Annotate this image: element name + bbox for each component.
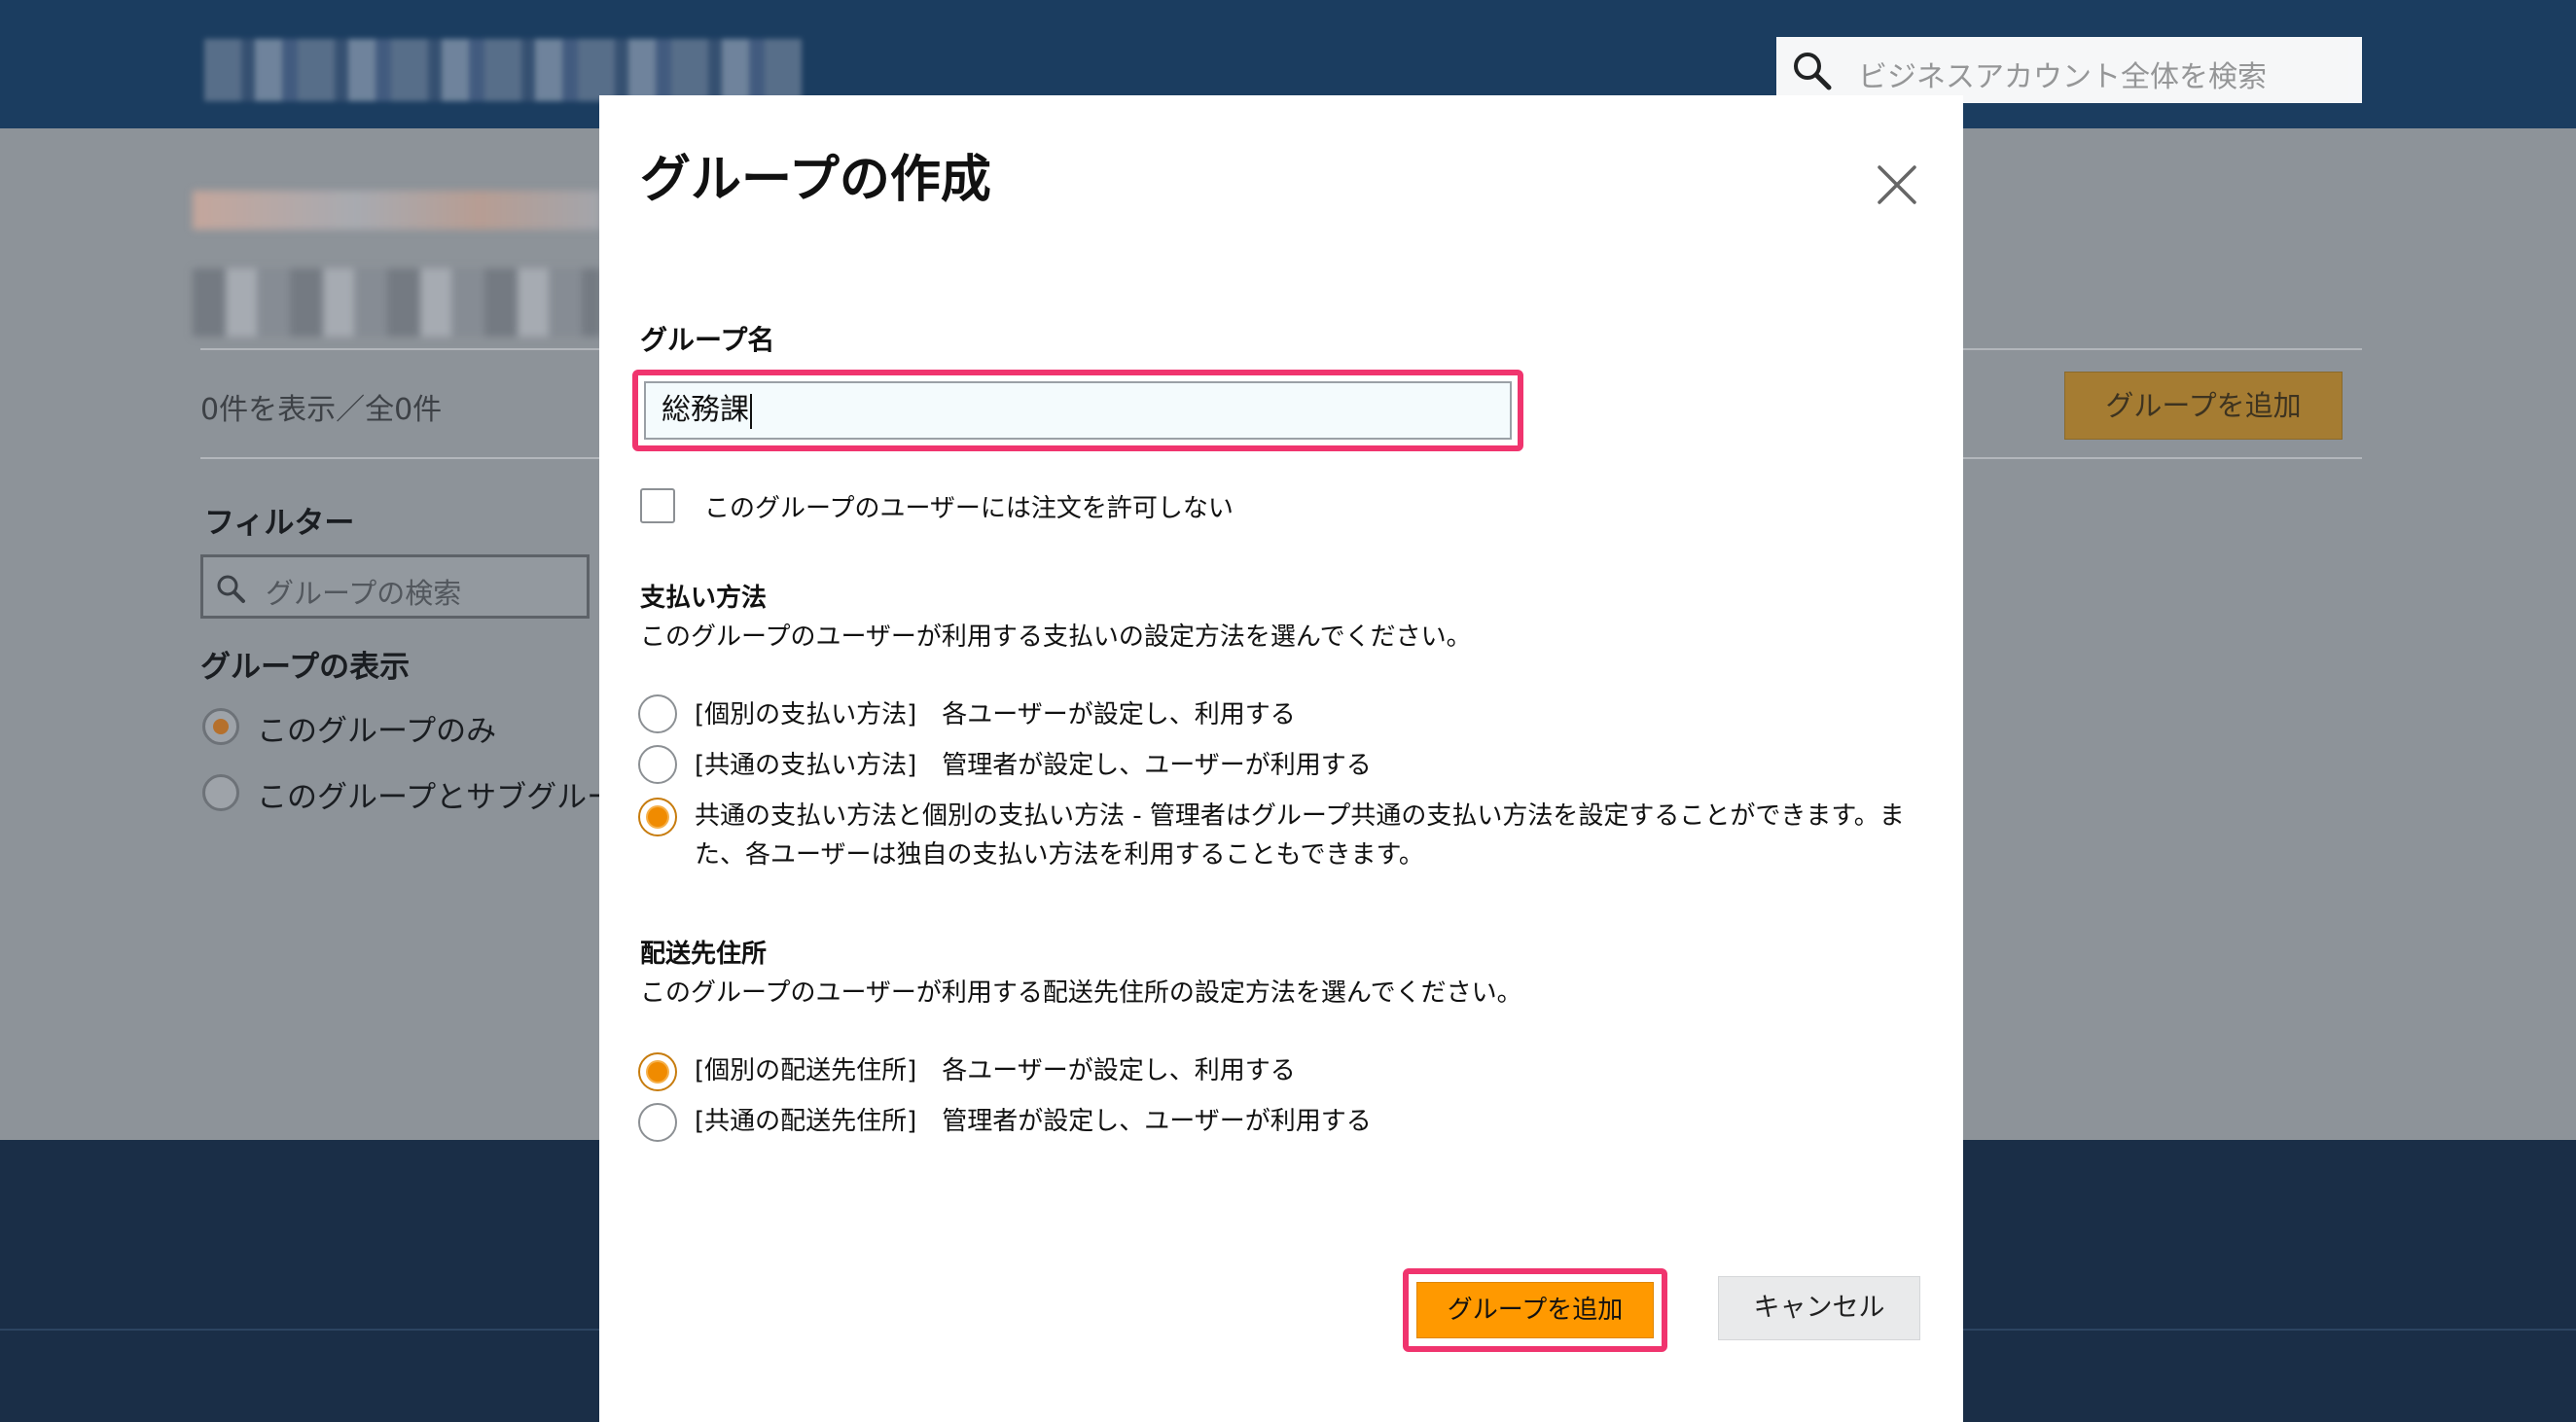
group-search-placeholder: グループの検索 [266, 577, 462, 610]
blurred-page-title [193, 191, 601, 230]
radio-shipping-individual[interactable] [638, 1052, 677, 1091]
group-name-value: 総務課 [662, 393, 749, 427]
group-name-label: グループ名 [640, 324, 775, 356]
group-search-input[interactable]: グループの検索 [200, 554, 590, 619]
radio-payment-shared[interactable] [638, 745, 677, 784]
account-search-box[interactable]: ビジネスアカウント全体を検索 [1776, 37, 2362, 103]
payment-option-label: [個別の支払い方法] 各ユーザーが設定し、利用する [695, 700, 1296, 729]
cancel-button[interactable]: キャンセル [1718, 1276, 1920, 1340]
radio-this-group-only[interactable] [202, 708, 239, 745]
result-count: 0件を表示／全0件 [200, 393, 443, 427]
disallow-orders-label: このグループのユーザーには注文を許可しない [704, 494, 1234, 523]
group-name-input[interactable]: 総務課 [644, 381, 1512, 440]
group-display-heading: グループの表示 [200, 650, 411, 685]
search-icon [1794, 53, 1832, 90]
radio-payment-both[interactable] [638, 798, 677, 836]
payment-method-description: このグループのユーザーが利用する支払いの設定方法を選んでください。 [640, 622, 1472, 652]
shipping-address-description: このグループのユーザーが利用する配送先住所の設定方法を選んでください。 [640, 978, 1522, 1008]
payment-option-label: [共通の支払い方法] 管理者が設定し、ユーザーが利用する [695, 751, 1372, 780]
add-group-button[interactable]: グループを追加 [1416, 1282, 1654, 1338]
account-search-placeholder: ビジネスアカウント全体を検索 [1858, 60, 2267, 94]
payment-method-heading: 支払い方法 [640, 584, 768, 613]
blurred-page-subtitle [193, 268, 601, 337]
create-group-dialog: グループの作成 グループ名 総務課 このグループのユーザーには注文を許可しない … [599, 95, 1963, 1422]
filter-heading: フィルター [204, 506, 355, 541]
page-add-group-button[interactable]: グループを追加 [2064, 372, 2343, 440]
disallow-orders-checkbox[interactable] [640, 488, 675, 523]
dialog-title: グループの作成 [640, 151, 991, 209]
radio-label: このグループとサブグループ [257, 780, 646, 815]
close-icon[interactable] [1870, 158, 1924, 212]
payment-option-label-line1: 共通の支払い方法と個別の支払い方法 - 管理者はグループ共通の支払い方法を設定す… [695, 801, 1905, 831]
radio-label: このグループのみ [257, 714, 497, 749]
shipping-address-heading: 配送先住所 [640, 940, 768, 969]
text-cursor [750, 393, 752, 429]
radio-shipping-shared[interactable] [638, 1103, 677, 1142]
radio-payment-individual[interactable] [638, 694, 677, 733]
payment-option-label-line2: た、各ユーザーは独自の支払い方法を利用することもできます。 [695, 840, 1424, 870]
search-icon [217, 575, 245, 603]
radio-group-and-subgroups[interactable] [202, 774, 239, 811]
blurred-logo [204, 39, 802, 101]
shipping-option-label: [個別の配送先住所] 各ユーザーが設定し、利用する [695, 1056, 1296, 1085]
shipping-option-label: [共通の配送先住所] 管理者が設定し、ユーザーが利用する [695, 1107, 1372, 1136]
